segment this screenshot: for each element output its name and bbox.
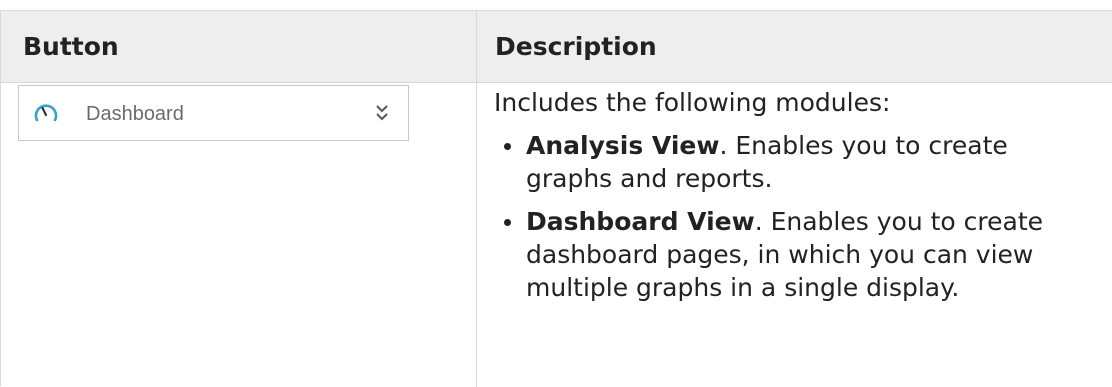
column-divider	[476, 11, 477, 387]
module-term: Analysis View	[526, 131, 720, 160]
table-header-row: Button Description	[1, 11, 1112, 83]
double-chevron-down-icon	[376, 105, 388, 121]
list-item: Analysis View. Enables you to create gra…	[494, 129, 1100, 195]
gauge-icon	[34, 104, 58, 122]
list-item: Dashboard View. Enables you to create da…	[494, 205, 1100, 304]
dashboard-label: Dashboard	[86, 103, 184, 125]
bullet	[504, 143, 511, 150]
module-term: Dashboard View	[526, 207, 755, 236]
description-intro: Includes the following modules:	[494, 88, 891, 117]
header-description-column: Description	[495, 32, 657, 61]
description-cell: Includes the following modules: Analysis…	[494, 86, 1100, 314]
dashboard-button-image: Dashboard	[18, 85, 409, 141]
module-list: Analysis View. Enables you to create gra…	[494, 129, 1100, 304]
header-button-column: Button	[23, 32, 119, 61]
bullet	[504, 219, 511, 226]
